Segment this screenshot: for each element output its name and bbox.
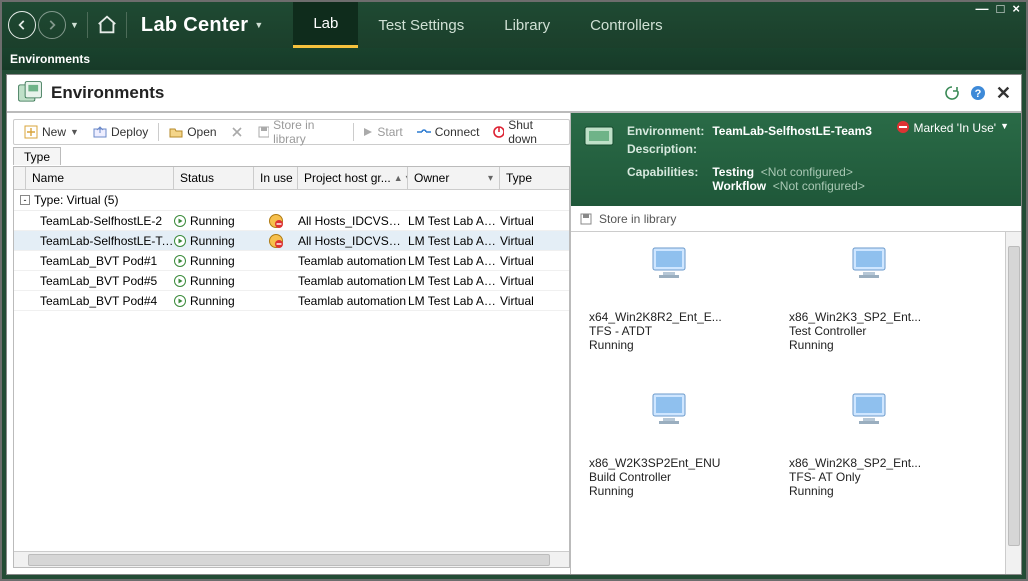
store-in-library-button[interactable]: Store in library xyxy=(599,212,676,226)
minimize-button[interactable]: — xyxy=(976,2,989,16)
col-owner[interactable]: Owner▾ xyxy=(408,167,500,189)
maximize-button[interactable]: □ xyxy=(997,2,1005,16)
collapse-icon[interactable]: - xyxy=(20,195,30,205)
close-button[interactable]: ✕ xyxy=(996,83,1011,104)
connect-button[interactable]: Connect xyxy=(411,121,486,143)
window-close-button[interactable]: × xyxy=(1012,2,1020,16)
environment-icon xyxy=(583,121,615,153)
connect-icon xyxy=(417,127,431,137)
breadcrumb-bar: Environments New▼ Open Items (0)▼ xyxy=(2,48,1026,70)
store-icon xyxy=(579,212,593,226)
col-status[interactable]: Status xyxy=(174,167,254,189)
breadcrumb: Environments xyxy=(10,52,90,66)
vm-tile[interactable]: x64_Win2K8R2_Ent_E...TFS - ATDTRunning xyxy=(589,246,749,352)
store-icon xyxy=(257,125,270,139)
start-button[interactable]: Start xyxy=(357,121,408,143)
shutdown-button[interactable]: Shut down xyxy=(487,121,565,143)
refresh-button[interactable] xyxy=(944,85,960,101)
page-title: Environments xyxy=(51,83,164,103)
app-title: Lab Center xyxy=(141,14,248,37)
title-bar: ▼ Lab Center ▼ Lab Test Settings Library… xyxy=(2,2,1026,48)
new-icon xyxy=(24,125,38,139)
new-button[interactable]: New▼ xyxy=(18,121,85,143)
deploy-button[interactable]: Deploy xyxy=(87,121,154,143)
details-header: Environment:TeamLab-SelfhostLE-Team3 Des… xyxy=(571,113,1021,206)
table-row[interactable]: TeamLab-SelfhostLE-2RunningAll Hosts_IDC… xyxy=(14,211,569,231)
start-icon xyxy=(363,127,373,137)
tab-controllers[interactable]: Controllers xyxy=(570,2,683,48)
env-name: TeamLab-SelfhostLE-Team3 xyxy=(712,123,878,139)
svg-text:?: ? xyxy=(975,88,982,100)
nav-history-dropdown[interactable]: ▼ xyxy=(70,20,79,30)
table-row[interactable]: TeamLab_BVT Pod#4RunningTeamlab automati… xyxy=(14,291,569,311)
table-row[interactable]: TeamLab-SelfhostLE-Team3RunningAll Hosts… xyxy=(14,231,569,251)
table-row[interactable]: TeamLab_BVT Pod#5RunningTeamlab automati… xyxy=(14,271,569,291)
main-tabs: Lab Test Settings Library Controllers xyxy=(293,2,682,48)
environments-grid: Name Status In use Project host gr...▲▾ … xyxy=(13,166,570,568)
store-button[interactable]: Store in library xyxy=(251,121,349,143)
home-button[interactable] xyxy=(96,14,118,36)
open-button[interactable]: Open xyxy=(163,121,222,143)
col-type[interactable]: Type xyxy=(500,167,534,189)
page-header: Environments ? ✕ xyxy=(7,75,1021,113)
delete-icon xyxy=(231,126,243,138)
deploy-icon xyxy=(93,125,107,139)
vertical-scrollbar[interactable] xyxy=(1005,232,1021,574)
environments-toolbar: New▼ Deploy Open xyxy=(13,119,570,145)
vm-tile[interactable]: x86_W2K3SP2Ent_ENUBuild ControllerRunnin… xyxy=(589,392,749,498)
vm-tile[interactable]: x86_Win2K3_SP2_Ent...Test ControllerRunn… xyxy=(789,246,949,352)
marked-in-use-dropdown[interactable]: Marked 'In Use'▼ xyxy=(897,121,1009,196)
vm-tile[interactable]: x86_Win2K8_SP2_Ent...TFS- AT OnlyRunning xyxy=(789,392,949,498)
tab-library[interactable]: Library xyxy=(484,2,570,48)
power-icon xyxy=(493,126,504,138)
table-row[interactable]: TeamLab_BVT Pod#1RunningTeamlab automati… xyxy=(14,251,569,271)
col-inuse[interactable]: In use xyxy=(254,167,298,189)
forward-button[interactable] xyxy=(38,11,66,39)
tab-lab[interactable]: Lab xyxy=(293,2,358,48)
app-title-dropdown[interactable]: ▼ xyxy=(254,20,263,30)
help-button[interactable]: ? xyxy=(970,85,986,101)
horizontal-scrollbar[interactable] xyxy=(14,551,569,567)
details-toolbar: Store in library xyxy=(571,206,1021,232)
vm-list: x64_Win2K8R2_Ent_E...TFS - ATDTRunning x8… xyxy=(571,232,1021,508)
group-row[interactable]: - Type: Virtual (5) xyxy=(14,190,569,211)
environments-icon xyxy=(17,80,43,106)
back-button[interactable] xyxy=(8,11,36,39)
col-host[interactable]: Project host gr...▲▾ xyxy=(298,167,408,189)
tab-test-settings[interactable]: Test Settings xyxy=(358,2,484,48)
open-icon xyxy=(169,125,183,139)
group-tab[interactable]: Type xyxy=(13,147,570,166)
col-name[interactable]: Name xyxy=(26,167,174,189)
delete-button[interactable] xyxy=(225,121,249,143)
in-use-icon xyxy=(897,121,909,133)
